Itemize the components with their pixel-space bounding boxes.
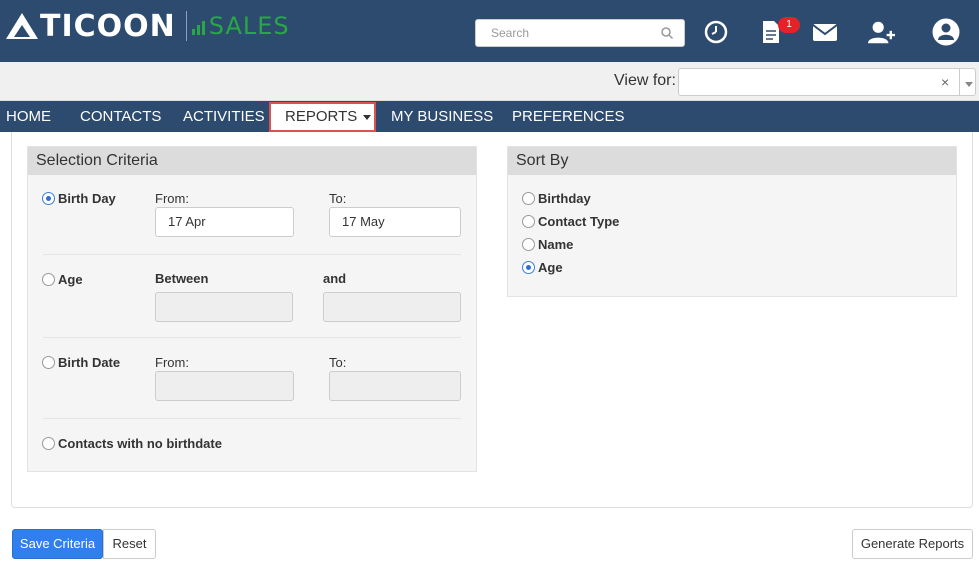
clock-icon[interactable] [702,18,730,46]
radio-birth-day[interactable] [42,192,55,205]
sales-bars-icon [191,17,205,35]
logo-triangle-icon [6,13,38,39]
divider [43,254,461,255]
chevron-down-icon[interactable] [959,69,977,95]
nav-item-activities[interactable]: ACTIVITIES [183,101,265,132]
sort-birthday-label: Birthday [538,191,591,206]
clear-icon[interactable]: × [941,74,949,90]
sort-by-title: Sort By [508,147,956,175]
logo-sales-text: SALES [208,12,290,40]
generate-reports-button[interactable]: Generate Reports [852,529,973,559]
nav-item-preferences[interactable]: PREFERENCES [512,101,625,132]
save-criteria-button[interactable]: Save Criteria [12,529,103,559]
view-for-select[interactable]: × [678,68,976,96]
no-birthdate-label: Contacts with no birthdate [58,436,222,451]
birth-date-label: Birth Date [58,355,121,370]
radio-age[interactable] [42,273,55,286]
ticoon-logo[interactable]: TICOON SALES [6,8,290,44]
nav-reports-label: REPORTS [285,108,358,125]
notification-badge: 1 [778,17,800,33]
search-input[interactable] [476,20,646,46]
main-nav: HOME CONTACTS ACTIVITIES REPORTS MY BUSI… [0,101,979,132]
birth-day-from-input[interactable]: 17 Apr [155,207,294,237]
caret-down-icon [363,114,372,120]
app-header: TICOON SALES 1 [0,0,979,62]
nav-item-my-business[interactable]: MY BUSINESS [391,101,493,132]
birth-day-to-input[interactable]: 17 May [329,207,461,237]
birth-day-label: Birth Day [58,191,116,206]
divider [43,337,461,338]
view-for-label: View for: [614,72,676,89]
sort-name-label: Name [538,237,574,252]
age-label: Age [58,272,83,287]
nav-item-contacts[interactable]: CONTACTS [80,101,161,132]
radio-sort-contact-type[interactable] [522,215,535,228]
birth-day-from-label: From: [155,191,189,206]
radio-sort-birthday[interactable] [522,192,535,205]
radio-birth-date[interactable] [42,356,55,369]
birth-day-to-label: To: [329,191,347,206]
age-and-label: and [323,271,347,286]
birth-date-to-label: To: [329,355,347,370]
sort-age-label: Age [538,260,563,275]
birth-date-to-input[interactable] [329,371,461,401]
logo-divider [185,11,187,41]
add-user-icon[interactable] [867,18,895,46]
sort-contact-type-label: Contact Type [538,214,620,229]
mail-icon[interactable] [811,18,839,46]
radio-no-birthdate[interactable] [42,437,55,450]
age-between-label: Between [155,271,209,286]
view-for-bar: View for: × [0,62,979,101]
search-icon[interactable] [660,26,674,40]
nav-item-home[interactable]: HOME [6,101,51,132]
age-min-input[interactable] [155,292,293,322]
selection-criteria-title: Selection Criteria [28,147,476,175]
user-profile-icon[interactable] [932,18,960,46]
search-box [475,19,685,47]
radio-sort-age[interactable] [522,261,535,274]
radio-sort-name[interactable] [522,238,535,251]
birth-date-from-label: From: [155,355,189,370]
birth-date-from-input[interactable] [155,371,294,401]
nav-item-reports[interactable]: REPORTS [269,102,376,132]
age-max-input[interactable] [323,292,461,322]
reset-button[interactable]: Reset [103,529,156,559]
logo-text: TICOON [40,8,176,44]
divider [43,418,461,419]
